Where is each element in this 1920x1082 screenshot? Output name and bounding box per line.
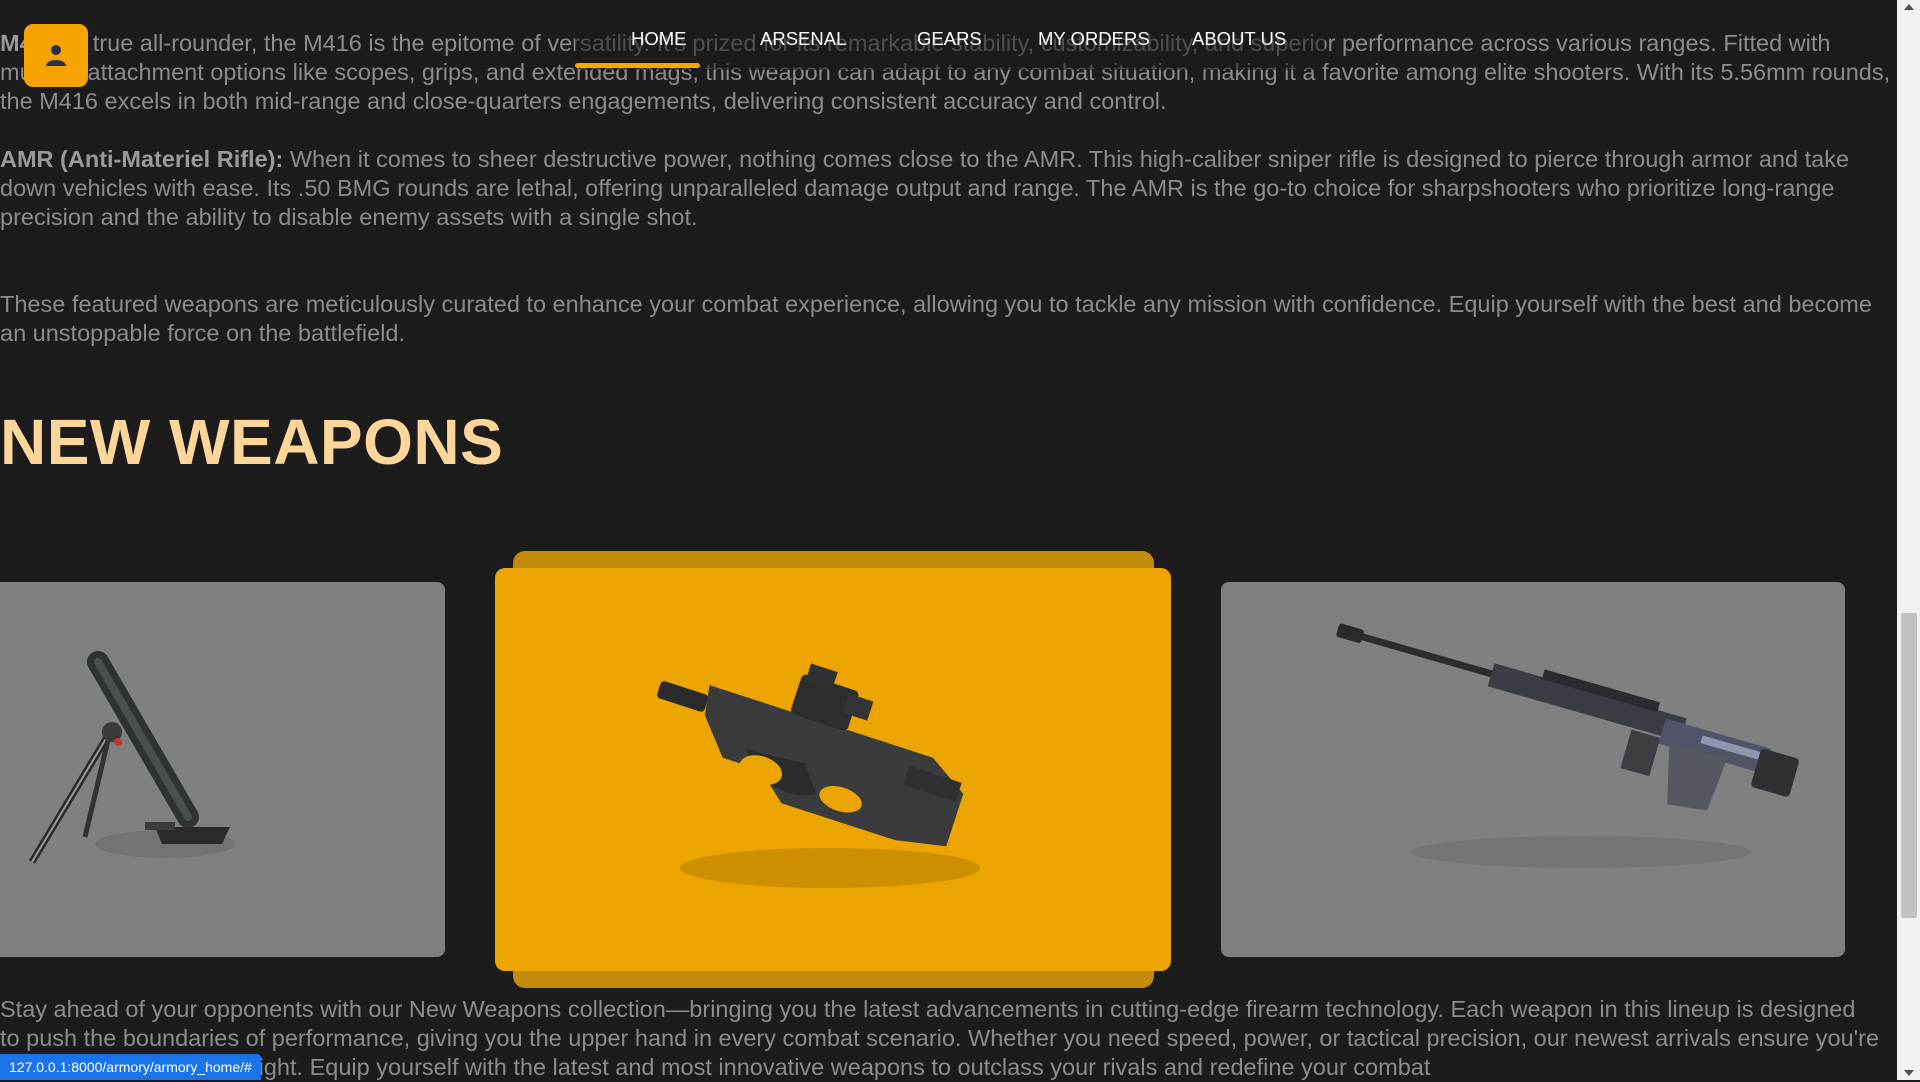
section-title: NEW WEAPONS bbox=[0, 406, 504, 478]
scroll-down-arrow-icon[interactable] bbox=[1904, 1070, 1914, 1076]
nav-home[interactable]: HOME bbox=[631, 28, 687, 50]
amr-description: AMR (Anti-Materiel Rifle): When it comes… bbox=[0, 145, 1895, 232]
user-icon bbox=[46, 45, 66, 66]
nav-arsenal[interactable]: ARSENAL bbox=[760, 28, 846, 50]
mortar-icon bbox=[28, 651, 235, 864]
profile-button[interactable] bbox=[24, 24, 88, 87]
scroll-thumb[interactable] bbox=[1901, 613, 1917, 918]
featured-summary: These featured weapons are meticulously … bbox=[0, 291, 1872, 346]
sniper-rifle-icon bbox=[1336, 623, 1799, 868]
nav-about-us[interactable]: ABOUT US bbox=[1192, 28, 1286, 50]
weapon-card-mortar[interactable] bbox=[0, 582, 445, 957]
vertical-scrollbar[interactable] bbox=[1897, 0, 1920, 1080]
new-weapons-intro: Stay ahead of your opponents with our Ne… bbox=[0, 996, 1880, 1080]
weapon-card-p90[interactable] bbox=[495, 568, 1171, 971]
nav-active-indicator bbox=[575, 63, 700, 68]
scroll-up-arrow-icon[interactable] bbox=[1904, 4, 1914, 10]
p90-smg-icon bbox=[657, 663, 980, 888]
weapon-card-sniper[interactable] bbox=[1221, 582, 1845, 957]
nav-my-orders[interactable]: MY ORDERS bbox=[1038, 28, 1150, 50]
link-status-bar: 127.0.0.1:8000/armory/armory_home/# bbox=[0, 1054, 261, 1080]
amr-name: AMR (Anti-Materiel Rifle): bbox=[0, 146, 284, 172]
nav-gears[interactable]: GEARS bbox=[917, 28, 982, 50]
